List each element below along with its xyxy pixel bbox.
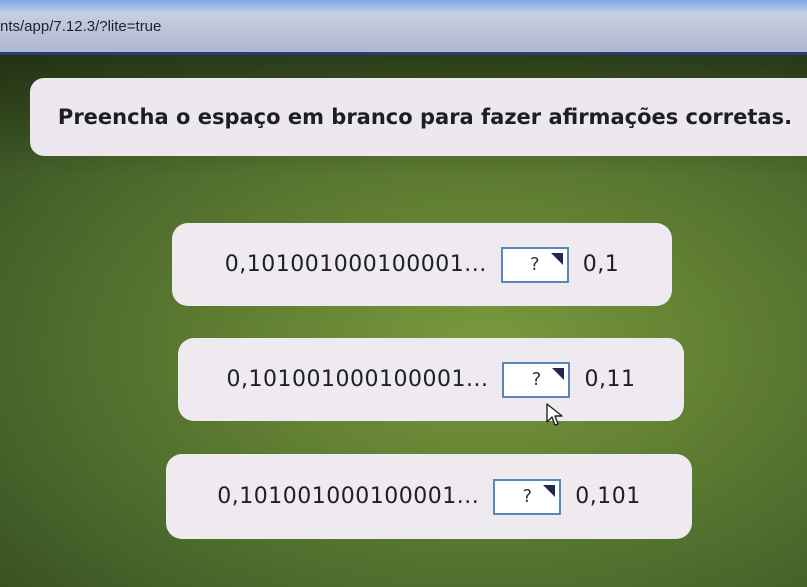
statement-card-3: 0,101001000100001... ? 0,101	[166, 454, 692, 539]
dropdown-placeholder: ?	[522, 486, 532, 507]
browser-top-bar	[0, 0, 807, 12]
instruction-banner: Preencha o espaço em branco para fazer a…	[30, 78, 807, 156]
dropdown-placeholder: ?	[531, 369, 542, 390]
comparison-dropdown[interactable]: ?	[493, 478, 562, 515]
statement-right-value: 0,11	[584, 367, 636, 392]
statement-card-2: 0,101001000100001... ? 0,11	[178, 338, 684, 421]
statement-left-value: 0,101001000100001...	[224, 252, 487, 277]
comparison-dropdown[interactable]: ?	[502, 361, 571, 398]
dropdown-corner-icon	[552, 367, 565, 380]
statement-right-value: 0,1	[582, 252, 620, 277]
dropdown-placeholder: ?	[529, 254, 540, 275]
statement-left-value: 0,101001000100001...	[217, 484, 480, 509]
statement-card-1: 0,101001000100001... ? 0,1	[172, 223, 672, 306]
dropdown-corner-icon	[550, 252, 563, 265]
mouse-pointer-icon	[546, 403, 563, 426]
instruction-text: Preencha o espaço em branco para fazer a…	[57, 105, 793, 129]
url-text[interactable]: nts/app/7.12.3/?lite=true	[0, 18, 161, 35]
statement-right-value: 0,101	[575, 484, 641, 509]
address-bar[interactable]: nts/app/7.12.3/?lite=true	[0, 12, 807, 55]
dropdown-corner-icon	[543, 484, 556, 497]
statement-left-value: 0,101001000100001...	[226, 367, 489, 392]
comparison-dropdown[interactable]: ?	[500, 246, 569, 283]
